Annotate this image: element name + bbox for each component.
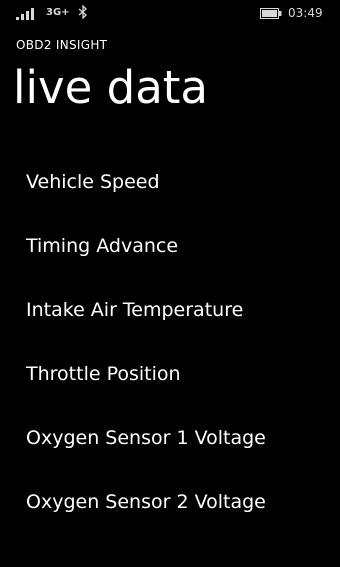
status-bar: 3G+ 03:49 (0, 0, 340, 28)
live-data-list: Vehicle Speed Timing Advance Intake Air … (0, 160, 340, 544)
clock: 03:49 (288, 6, 323, 20)
signal-icon (16, 8, 34, 20)
page-title: live data (13, 61, 208, 114)
network-indicator: 3G+ (46, 7, 70, 18)
app-title: OBD2 INSIGHT (16, 38, 108, 52)
list-item-intake-air-temperature[interactable]: Intake Air Temperature (0, 288, 340, 352)
list-item-timing-advance[interactable]: Timing Advance (0, 224, 340, 288)
list-item-oxygen-sensor-1-voltage[interactable]: Oxygen Sensor 1 Voltage (0, 416, 340, 480)
battery-icon (260, 8, 282, 19)
list-item-throttle-position[interactable]: Throttle Position (0, 352, 340, 416)
list-item-vehicle-speed[interactable]: Vehicle Speed (0, 160, 340, 224)
list-item-oxygen-sensor-2-voltage[interactable]: Oxygen Sensor 2 Voltage (0, 480, 340, 544)
bluetooth-icon (78, 5, 87, 19)
